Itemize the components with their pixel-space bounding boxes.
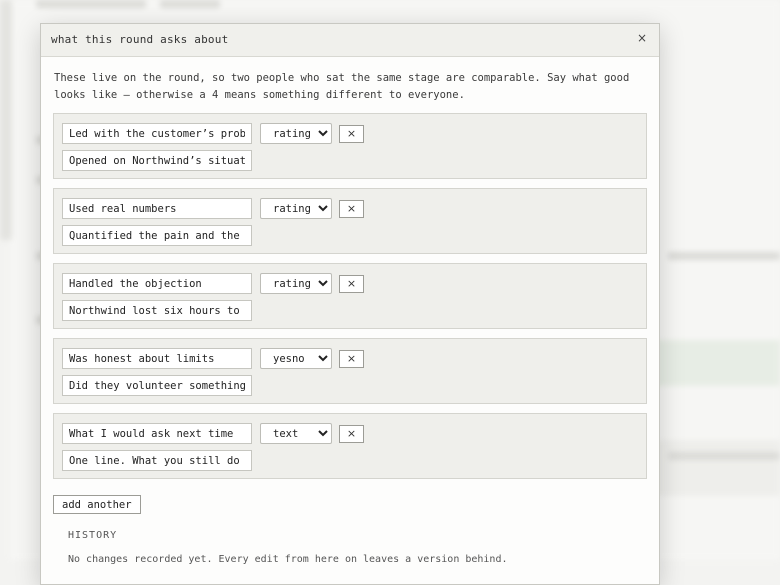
background-line <box>36 0 146 8</box>
question-card: rating yesno text × <box>53 113 647 179</box>
question-card: rating yesno text × <box>53 263 647 329</box>
remove-question-button[interactable]: × <box>339 125 364 143</box>
question-label-input[interactable] <box>62 423 252 444</box>
question-type-select[interactable]: rating yesno text <box>260 273 332 294</box>
question-description-input[interactable] <box>62 300 252 321</box>
question-label-input[interactable] <box>62 273 252 294</box>
background-line <box>160 0 220 8</box>
remove-question-button[interactable]: × <box>339 425 364 443</box>
question-type-select[interactable]: rating yesno text <box>260 123 332 144</box>
history-heading: HISTORY <box>68 530 118 541</box>
dialog-title: what this round asks about <box>51 33 229 46</box>
question-description-input[interactable] <box>62 450 252 471</box>
dialog-header: what this round asks about × <box>41 24 659 57</box>
question-type-select[interactable]: rating yesno text <box>260 423 332 444</box>
round-questions-dialog: what this round asks about × These live … <box>40 23 660 585</box>
question-label-input[interactable] <box>62 348 252 369</box>
question-description-input[interactable] <box>62 375 252 396</box>
remove-question-button[interactable]: × <box>339 200 364 218</box>
remove-question-button[interactable]: × <box>339 275 364 293</box>
question-description-input[interactable] <box>62 150 252 171</box>
dialog-intro: These live on the round, so two people w… <box>54 72 630 101</box>
background-shade <box>0 0 12 240</box>
question-type-select[interactable]: rating yesno text <box>260 348 332 369</box>
question-label-input[interactable] <box>62 198 252 219</box>
question-card: rating yesno text × <box>53 338 647 404</box>
close-icon[interactable]: × <box>637 31 647 45</box>
question-description-input[interactable] <box>62 225 252 246</box>
add-question-button[interactable]: add another <box>53 495 141 514</box>
background-line <box>668 452 780 460</box>
background-line <box>668 252 780 260</box>
question-type-select[interactable]: rating yesno text <box>260 198 332 219</box>
question-card: rating yesno text × <box>53 188 647 254</box>
question-label-input[interactable] <box>62 123 252 144</box>
question-card: rating yesno text × <box>53 413 647 479</box>
question-list: rating yesno text × rating yesno text × … <box>53 113 647 488</box>
remove-question-button[interactable]: × <box>339 350 364 368</box>
